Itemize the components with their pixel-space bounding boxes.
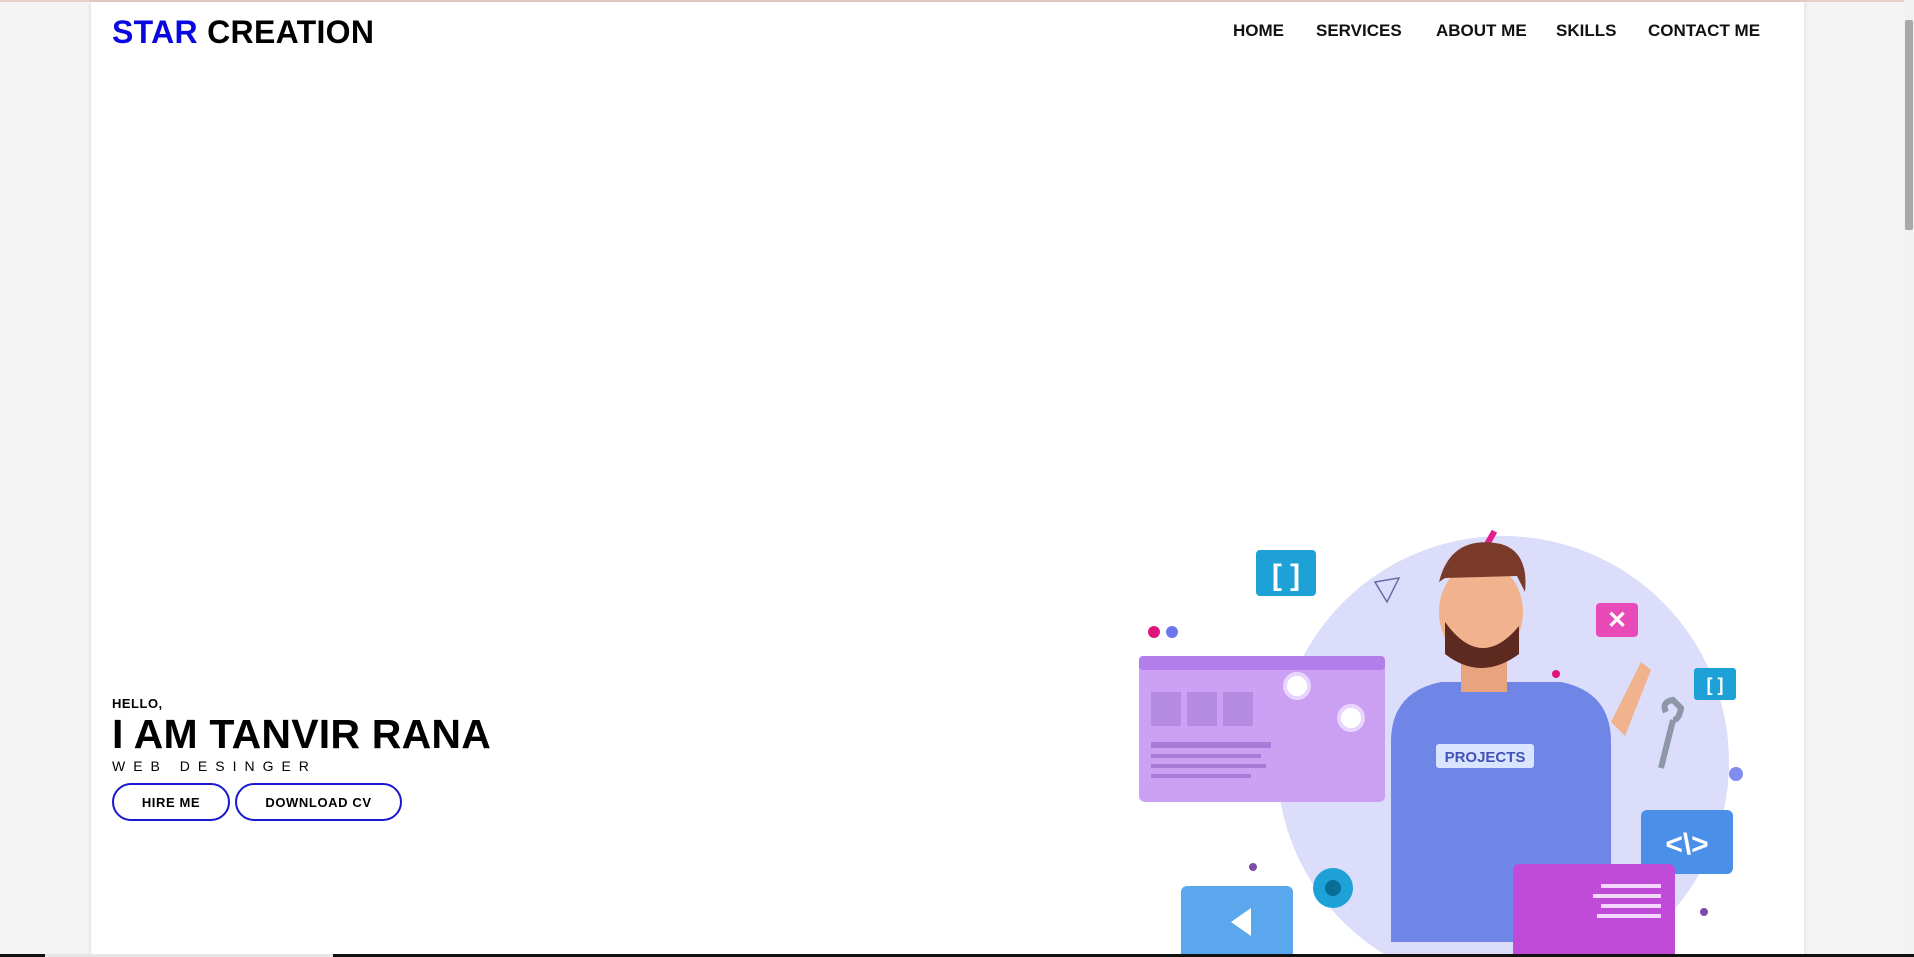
- nav-skills[interactable]: SKILLS: [1556, 21, 1616, 41]
- nav-home[interactable]: HOME: [1233, 21, 1284, 41]
- vertical-scrollbar[interactable]: [1904, 0, 1914, 957]
- shirt-text: PROJECTS: [1445, 749, 1526, 766]
- hero-illustration: [ ] [ ] PROJECTS ✕ <\>: [1139, 529, 1743, 957]
- nav-services[interactable]: SERVICES: [1316, 21, 1402, 41]
- download-cv-button[interactable]: DOWNLOAD CV: [235, 783, 402, 821]
- site-logo[interactable]: STAR CREATION: [112, 14, 374, 51]
- svg-text:[ ]: [ ]: [1272, 559, 1300, 592]
- svg-text:<\>: <\>: [1665, 828, 1708, 861]
- svg-text:[ ]: [ ]: [1707, 675, 1724, 695]
- nav-contact-me[interactable]: CONTACT ME: [1648, 21, 1760, 41]
- document-panel: [1513, 864, 1675, 957]
- hero-intro: HELLO, I AM TANVIR RANA WEB DESINGER: [112, 696, 491, 774]
- svg-text:✕: ✕: [1607, 607, 1627, 634]
- logo-rest-text: CREATION: [197, 14, 375, 50]
- hero-greeting: HELLO,: [112, 696, 163, 711]
- dot-pink: [1148, 626, 1160, 638]
- scrollbar-thumb[interactable]: [1905, 20, 1913, 230]
- page-container: STAR CREATION HOME SERVICES ABOUT ME SKI…: [91, 2, 1804, 957]
- hero-headline: I AM TANVIR RANA: [112, 711, 492, 757]
- nav-about-me[interactable]: ABOUT ME: [1436, 21, 1527, 41]
- logo-accent-text: STAR: [112, 14, 198, 50]
- hero-role: WEB DESINGER: [112, 758, 317, 774]
- hire-me-button[interactable]: HIRE ME: [112, 783, 230, 821]
- dot-blue: [1166, 626, 1178, 638]
